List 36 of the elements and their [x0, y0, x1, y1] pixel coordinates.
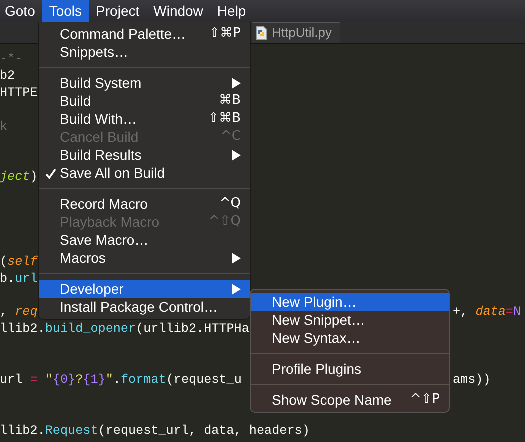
code-line: ams)) [453, 372, 491, 389]
code-line: +, data=N [453, 304, 522, 322]
menu-item[interactable]: Snippets… [39, 43, 250, 61]
python-file-icon [256, 26, 267, 40]
menu-item[interactable]: Build With… ⇧⌘B [39, 110, 250, 128]
menu-item[interactable]: Macros [39, 249, 250, 267]
menu-item[interactable]: Show Scope Name ^⇧P [251, 391, 449, 409]
code-line: url = "{0}?{1}".format(request_u [0, 372, 242, 389]
file-tab[interactable]: HttpUtil.py [252, 22, 340, 43]
menu-bar-item[interactable]: Help [210, 0, 254, 22]
menu-item[interactable]: Build Results [39, 146, 250, 164]
menu-bar-item[interactable]: Window [146, 0, 210, 22]
code-line: b.url [0, 270, 38, 288]
code-line: b2 [0, 68, 16, 85]
menu-item[interactable]: Save All on Build [39, 164, 250, 182]
menu-bar-item[interactable]: Goto [0, 0, 42, 22]
code-line: llib2.build_opener(urllib2.HTTPHa [0, 321, 250, 338]
menu-item[interactable]: Build ⌘B [39, 92, 250, 110]
menu-item[interactable]: Record Macro ^Q [39, 195, 250, 213]
menu-item[interactable]: New Snippet… [251, 311, 449, 329]
menu-item[interactable]: Install Package Control… [39, 298, 250, 316]
menu-item[interactable]: Developer [39, 280, 250, 298]
code-line: HTTPE [0, 84, 38, 102]
menu-item[interactable]: Profile Plugins [251, 360, 449, 378]
menu-item[interactable]: Command Palette… ⇧⌘P [39, 25, 250, 43]
menu-bar-item[interactable]: Project [89, 0, 147, 22]
code-line: llib2.Request(request_url, data, headers) [0, 422, 310, 440]
menu-item[interactable]: Save Macro… [39, 231, 250, 249]
code-line: k [0, 118, 8, 136]
code-line: -*- [0, 51, 23, 68]
code-line: , req [0, 304, 38, 322]
code-line: (self [0, 254, 38, 271]
menu-item[interactable]: New Syntax… [251, 329, 449, 347]
menu-bar-item[interactable]: Tools [42, 0, 90, 22]
menu-item[interactable]: New Plugin… [251, 293, 449, 311]
menu-item[interactable]: Build System [39, 74, 250, 92]
